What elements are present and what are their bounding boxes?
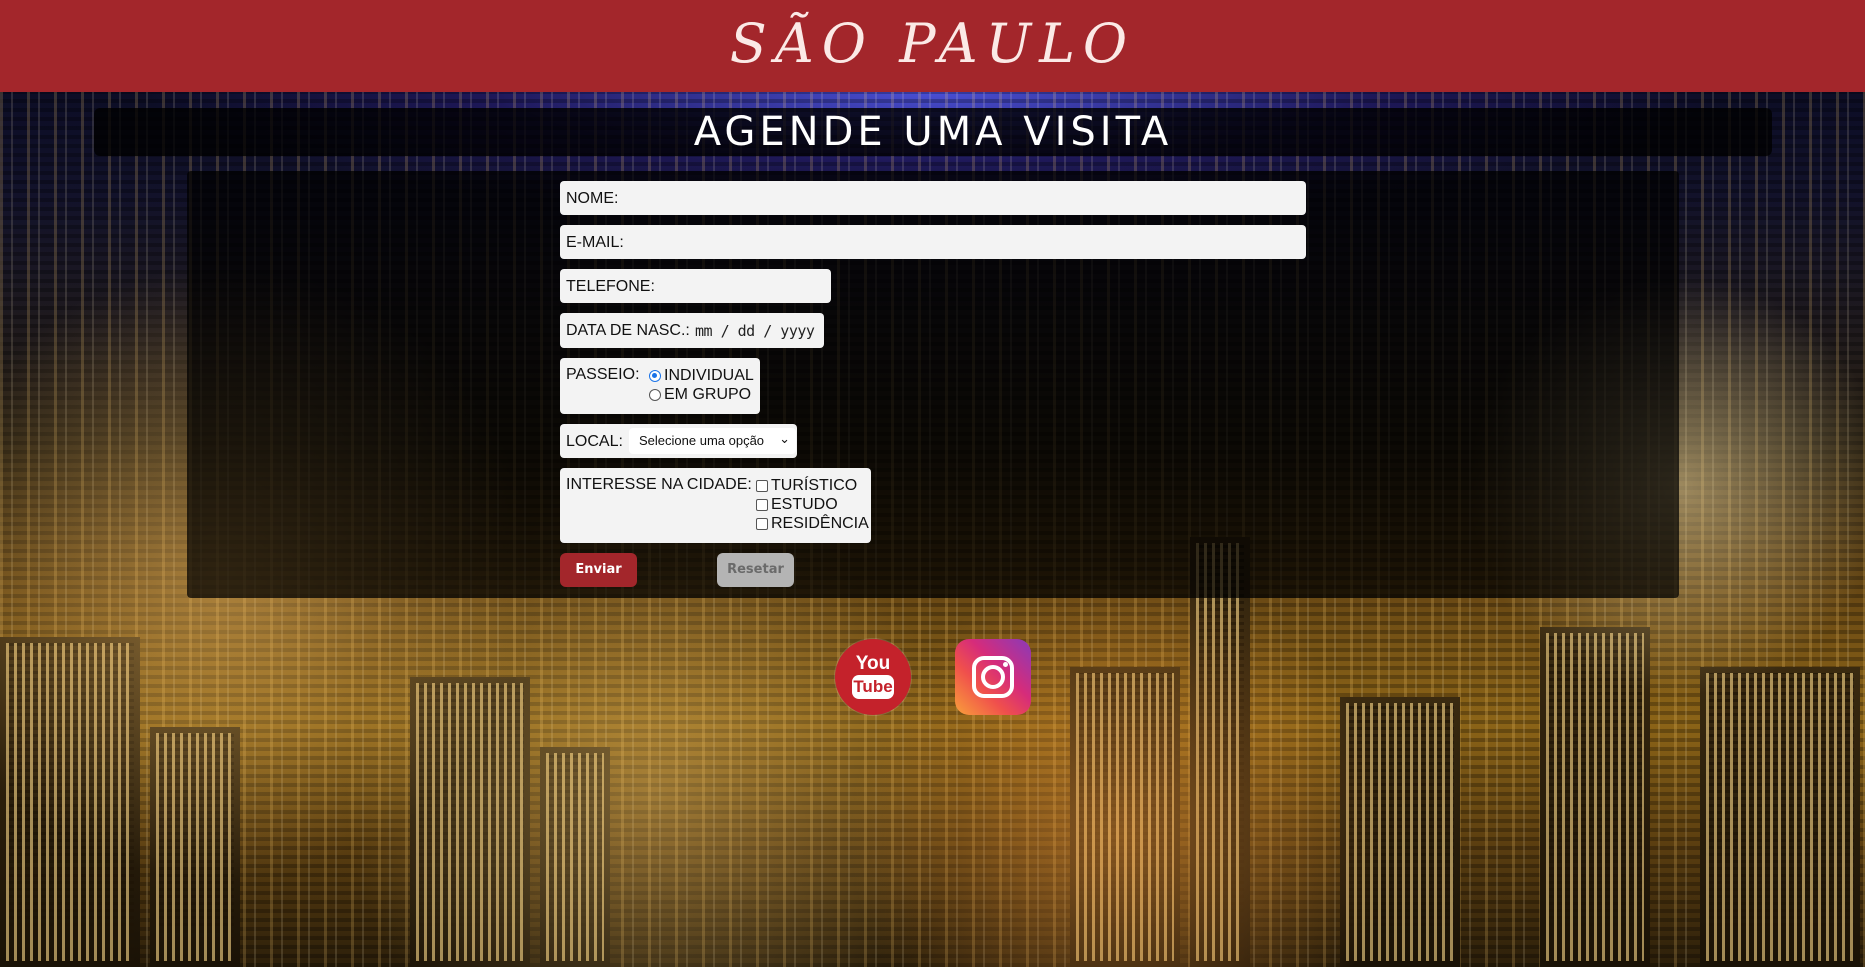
interest-group: INTERESSE NA CIDADE: TURÍSTICO ESTUDO RE… (560, 468, 871, 543)
tour-option-label: INDIVIDUAL (664, 367, 754, 384)
interest-option-turistico[interactable]: TURÍSTICO (756, 477, 857, 495)
submit-button[interactable]: Enviar (560, 553, 637, 587)
tour-type-label: PASSEIO: (566, 366, 640, 383)
email-label: E-MAIL: (566, 234, 624, 251)
name-field[interactable]: NOME: (560, 181, 1306, 215)
instagram-icon[interactable] (955, 639, 1031, 715)
tour-option-individual[interactable]: INDIVIDUAL (649, 367, 754, 385)
email-field[interactable]: E-MAIL: (560, 225, 1306, 259)
building-decoration (1540, 627, 1650, 967)
building-decoration (1070, 667, 1180, 967)
instagram-flash-icon (1003, 662, 1008, 667)
radio-unselected-icon[interactable] (649, 388, 661, 401)
building-decoration (540, 747, 610, 967)
birth-date-field[interactable]: DATA DE NASC.: mm / dd / yyyy (560, 313, 824, 348)
interest-option-label: RESIDÊNCIA (771, 515, 869, 532)
chevron-down-icon: ⌄ (779, 431, 790, 446)
building-decoration (410, 677, 530, 967)
building-decoration (1340, 697, 1460, 967)
youtube-icon[interactable]: You Tube (835, 639, 911, 715)
building-decoration (1700, 667, 1860, 967)
tour-type-group: PASSEIO: INDIVIDUAL EM GRUPO (560, 358, 760, 414)
birth-date-input[interactable]: mm / dd / yyyy (695, 322, 815, 340)
site-logo-text: SÃO PAULO (729, 12, 1136, 75)
tour-option-label: EM GRUPO (664, 386, 752, 403)
interest-option-residencia[interactable]: RESIDÊNCIA (756, 515, 869, 533)
birth-date-label: DATA DE NASC.: (566, 322, 690, 339)
phone-label: TELEFONE: (566, 278, 655, 295)
interest-option-label: ESTUDO (771, 496, 838, 513)
radio-selected-icon[interactable] (649, 369, 661, 382)
interest-option-label: TURÍSTICO (771, 477, 858, 494)
local-label: LOCAL: (566, 433, 623, 450)
instagram-lens-icon (981, 665, 1005, 689)
local-select[interactable]: Selecione uma opção ⌄ (629, 428, 796, 454)
youtube-logo-text: Tube (852, 675, 894, 699)
local-field: LOCAL: Selecione uma opção ⌄ (560, 424, 797, 458)
site-header: SÃO PAULO (0, 0, 1865, 92)
name-label: NOME: (566, 190, 619, 207)
building-decoration (0, 637, 140, 967)
reset-button[interactable]: Resetar (717, 553, 794, 587)
checkbox-icon[interactable] (756, 479, 768, 492)
interest-option-estudo[interactable]: ESTUDO (756, 496, 838, 514)
building-decoration (150, 727, 240, 967)
tour-option-group[interactable]: EM GRUPO (649, 386, 751, 404)
page-title: AGENDE UMA VISITA (693, 109, 1173, 155)
interest-label: INTERESSE NA CIDADE: (566, 476, 752, 493)
checkbox-icon[interactable] (756, 517, 768, 530)
building-decoration (1190, 537, 1250, 967)
phone-field[interactable]: TELEFONE: (560, 269, 831, 303)
title-band: AGENDE UMA VISITA (94, 108, 1772, 156)
local-select-value: Selecione uma opção (639, 433, 765, 448)
youtube-logo-text: You (855, 653, 891, 674)
checkbox-icon[interactable] (756, 498, 768, 511)
